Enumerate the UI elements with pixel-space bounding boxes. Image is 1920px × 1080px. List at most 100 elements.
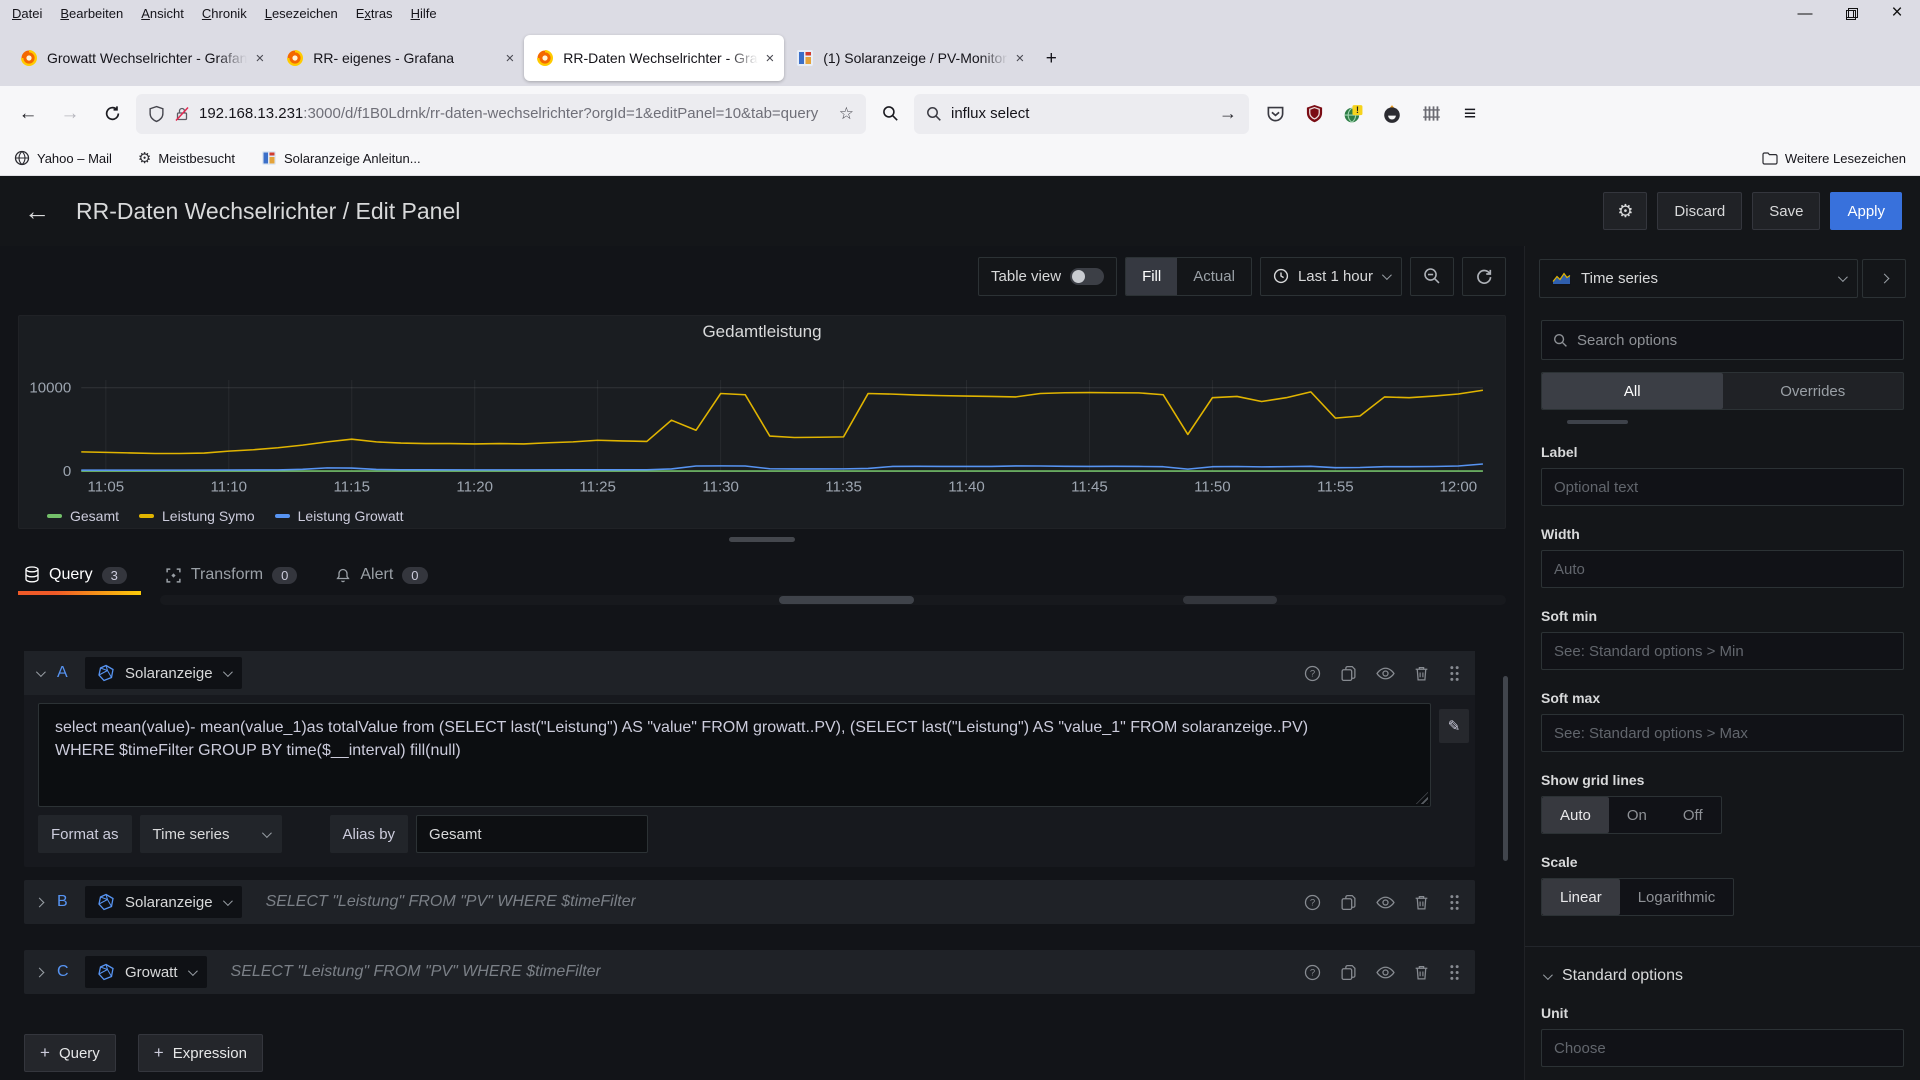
menu-bearbeiten[interactable]: Bearbeiten bbox=[60, 6, 123, 21]
shield-permissions-icon[interactable] bbox=[148, 105, 165, 123]
help-icon[interactable]: ? bbox=[1304, 894, 1321, 911]
datasource-picker-c[interactable]: Growatt bbox=[85, 956, 207, 988]
tab-close-icon[interactable]: × bbox=[766, 51, 775, 66]
hamburger-menu-button[interactable]: ≡ bbox=[1454, 98, 1486, 130]
visualization-picker[interactable]: Time series bbox=[1539, 259, 1858, 298]
url-bar[interactable]: 192.168.13.231:3000/d/f1B0Ldrnk/rr-daten… bbox=[136, 94, 866, 134]
back-button[interactable]: ← bbox=[10, 96, 46, 132]
menu-extras[interactable]: Extras bbox=[356, 6, 393, 21]
drag-grip-icon[interactable] bbox=[1448, 964, 1461, 981]
query-area-horizontal-scrollbar[interactable] bbox=[160, 595, 1506, 605]
bookmark-star-icon[interactable]: ☆ bbox=[839, 104, 854, 124]
editor-resize-corner[interactable] bbox=[1416, 792, 1428, 804]
help-icon[interactable]: ? bbox=[1304, 964, 1321, 981]
datasource-picker-b[interactable]: Solaranzeige bbox=[85, 886, 242, 918]
disable-eye-icon[interactable] bbox=[1376, 666, 1395, 681]
search-bar[interactable]: → bbox=[914, 94, 1249, 134]
discard-button[interactable]: Discard bbox=[1657, 192, 1742, 230]
containers-button[interactable] bbox=[1415, 98, 1447, 130]
reload-button[interactable] bbox=[94, 96, 130, 132]
forward-button[interactable]: → bbox=[52, 96, 88, 132]
menu-hilfe[interactable]: ilfeHilfe bbox=[411, 6, 437, 21]
tab-close-icon[interactable]: × bbox=[1016, 51, 1025, 66]
drag-grip-icon[interactable] bbox=[1448, 894, 1461, 911]
bookmark-yahoo-mail[interactable]: Yahoo – Mail bbox=[14, 150, 112, 166]
bookmarks-folder-other[interactable]: Weitere Lesezeichen bbox=[1762, 151, 1906, 166]
standard-options-section-header[interactable]: Standard options bbox=[1525, 947, 1920, 985]
menu-lesezeichen[interactable]: Lesezeichen bbox=[265, 6, 338, 21]
tab-query[interactable]: Query 3 bbox=[24, 555, 127, 595]
drag-grip-icon[interactable] bbox=[1448, 665, 1461, 682]
browser-tab-2[interactable]: RR- eigenes - Grafana × bbox=[274, 35, 524, 81]
query-area-vertical-scrollbar[interactable] bbox=[1503, 676, 1508, 861]
browser-tab-4[interactable]: (1) Solaranzeige / PV-Monitor × bbox=[784, 35, 1034, 81]
menu-datei[interactable]: Datei bbox=[12, 6, 42, 21]
apply-button[interactable]: Apply bbox=[1830, 192, 1902, 230]
menu-ansicht[interactable]: Ansicht bbox=[141, 6, 184, 21]
disable-eye-icon[interactable] bbox=[1376, 895, 1395, 910]
help-icon[interactable]: ? bbox=[1304, 665, 1321, 682]
scrollbar-thumb-secondary[interactable] bbox=[1183, 596, 1277, 604]
table-view-toggle-group[interactable]: Table view bbox=[978, 257, 1117, 296]
grid-auto-option[interactable]: Auto bbox=[1542, 797, 1609, 833]
save-button[interactable]: Save bbox=[1752, 192, 1820, 230]
trash-icon[interactable] bbox=[1414, 665, 1429, 682]
nav-search-button[interactable] bbox=[872, 96, 908, 132]
tab-alert[interactable]: Alert 0 bbox=[335, 555, 427, 595]
legend-item-leistung-growatt[interactable]: Leistung Growatt bbox=[275, 508, 404, 524]
options-search-box[interactable] bbox=[1541, 320, 1904, 360]
back-arrow-button[interactable]: ← bbox=[24, 196, 50, 227]
toggle-text-edit-button[interactable]: ✎ bbox=[1439, 709, 1469, 743]
trash-icon[interactable] bbox=[1414, 894, 1429, 911]
zoom-out-button[interactable] bbox=[1410, 257, 1454, 296]
refresh-button[interactable] bbox=[1462, 257, 1506, 296]
grid-off-option[interactable]: Off bbox=[1665, 797, 1721, 833]
soft-max-input[interactable] bbox=[1541, 714, 1904, 752]
duplicate-icon[interactable] bbox=[1340, 964, 1357, 981]
pocket-button[interactable] bbox=[1259, 98, 1291, 130]
menu-chronik[interactable]: Chronik bbox=[202, 6, 247, 21]
collapse-options-pane-button[interactable] bbox=[1862, 259, 1906, 298]
extension-globe-warning-button[interactable]: ! bbox=[1337, 98, 1369, 130]
bookmark-meistbesucht[interactable]: ⚙ Meistbesucht bbox=[138, 149, 235, 167]
tab-transform[interactable]: Transform 0 bbox=[165, 555, 298, 595]
soft-min-input[interactable] bbox=[1541, 632, 1904, 670]
format-as-select[interactable]: Time series bbox=[140, 815, 282, 853]
disable-eye-icon[interactable] bbox=[1376, 965, 1395, 980]
add-expression-button[interactable]: +Expression bbox=[138, 1034, 263, 1072]
search-go-icon[interactable]: → bbox=[1219, 103, 1237, 124]
timeseries-panel[interactable]: Gedamtleistung 11:0511:1011:1511:2011:25… bbox=[18, 315, 1506, 529]
grid-on-option[interactable]: On bbox=[1609, 797, 1665, 833]
browser-tab-3-active[interactable]: RR-Daten Wechselrichter - Gra × bbox=[524, 35, 784, 81]
ublock-button[interactable] bbox=[1298, 98, 1330, 130]
alias-by-input[interactable] bbox=[416, 815, 648, 853]
tab-close-icon[interactable]: × bbox=[255, 51, 264, 66]
collapse-chevron-icon[interactable] bbox=[36, 667, 46, 677]
new-tab-button[interactable]: + bbox=[1034, 42, 1068, 76]
expand-chevron-icon[interactable] bbox=[35, 897, 45, 907]
window-close-button[interactable]: × bbox=[1874, 0, 1920, 26]
duplicate-icon[interactable] bbox=[1340, 894, 1357, 911]
expand-chevron-icon[interactable] bbox=[35, 967, 45, 977]
browser-tab-1[interactable]: Growatt Wechselrichter - Grafan × bbox=[8, 35, 274, 81]
duplicate-icon[interactable] bbox=[1340, 665, 1357, 682]
trash-icon[interactable] bbox=[1414, 964, 1429, 981]
time-range-picker[interactable]: Last 1 hour bbox=[1260, 257, 1402, 296]
unit-select[interactable] bbox=[1541, 1029, 1904, 1067]
legend-item-gesamt[interactable]: Gesamt bbox=[47, 508, 119, 524]
tab-all[interactable]: All bbox=[1542, 373, 1723, 409]
scale-logarithmic-option[interactable]: Logarithmic bbox=[1620, 879, 1734, 915]
axis-width-input[interactable] bbox=[1541, 550, 1904, 588]
legend-item-leistung-symo[interactable]: Leistung Symo bbox=[139, 508, 255, 524]
scale-linear-option[interactable]: Linear bbox=[1542, 879, 1620, 915]
search-input[interactable] bbox=[951, 105, 1210, 122]
panel-resize-handle[interactable] bbox=[729, 537, 795, 542]
axis-label-input[interactable] bbox=[1541, 468, 1904, 506]
add-query-button[interactable]: +Query bbox=[24, 1034, 116, 1072]
datasource-picker-a[interactable]: Solaranzeige bbox=[85, 657, 242, 689]
panel-settings-button[interactable]: ⚙ bbox=[1603, 192, 1647, 230]
fill-option[interactable]: Fill bbox=[1126, 258, 1177, 295]
query-row-a-header[interactable]: A Solaranzeige ? bbox=[24, 651, 1475, 695]
tab-close-icon[interactable]: × bbox=[505, 51, 514, 66]
bookmark-solaranzeige[interactable]: Solaranzeige Anleitun... bbox=[261, 150, 421, 166]
